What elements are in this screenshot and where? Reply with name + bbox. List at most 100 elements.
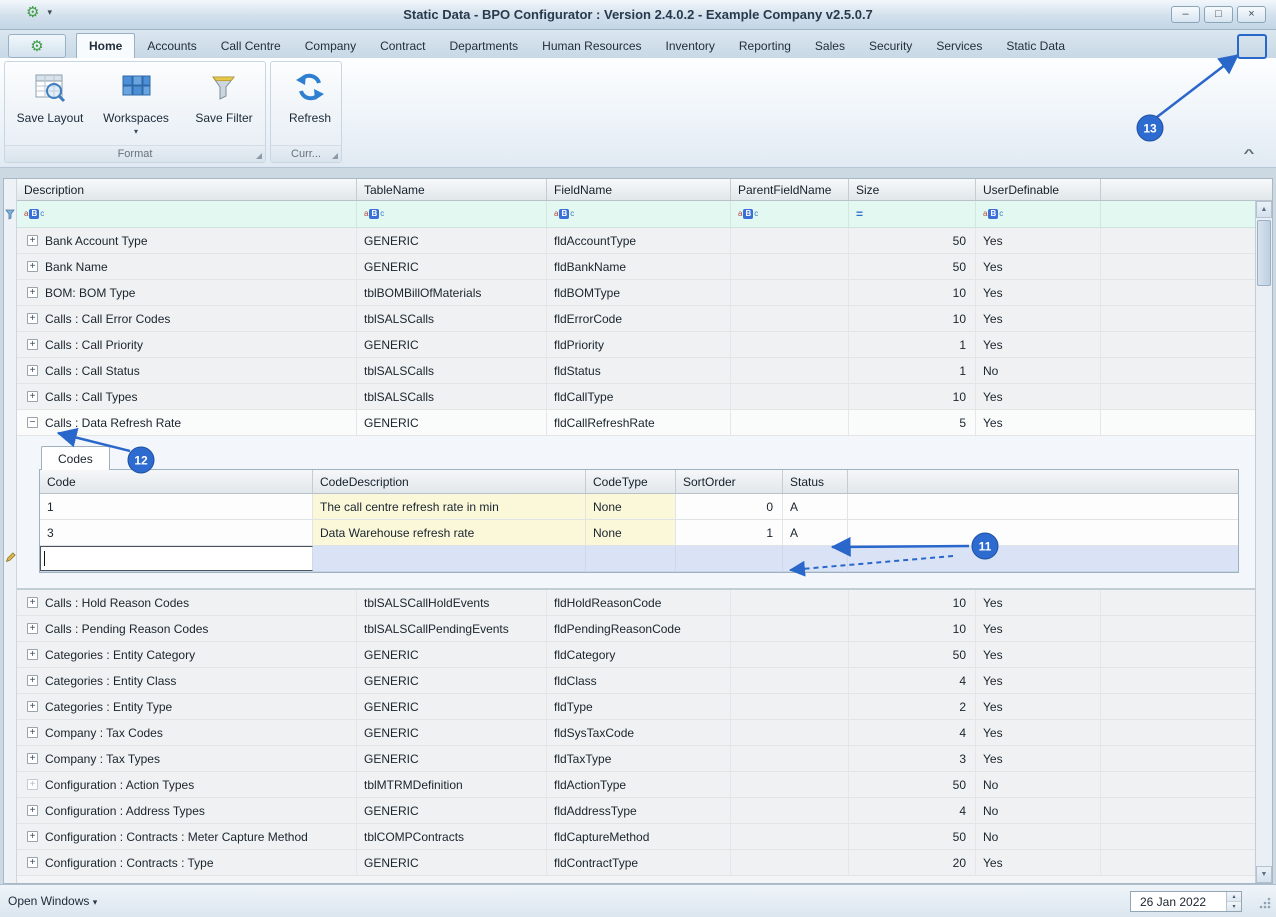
tab-reporting[interactable]: Reporting <box>727 34 803 58</box>
grid-row[interactable]: + Company : Tax Types GENERIC fldTaxType 3 Ye… <box>17 746 1255 772</box>
column-header-sortorder[interactable]: SortOrder <box>676 470 783 493</box>
expand-icon[interactable]: + <box>27 649 38 660</box>
scroll-down-icon[interactable]: ▼ <box>1256 866 1272 883</box>
application-menu-button[interactable]: ⚙ <box>8 34 66 58</box>
tab-services[interactable]: Services <box>924 34 994 58</box>
grid-row[interactable]: + Calls : Call Types tblSALSCalls fldCallTy… <box>17 384 1255 410</box>
column-header-description[interactable]: Description <box>17 179 357 200</box>
spinner-down-icon[interactable]: ▾ <box>1227 901 1241 911</box>
expand-icon[interactable]: + <box>27 597 38 608</box>
new-row-code-editor[interactable] <box>40 546 313 571</box>
cell-codetype[interactable] <box>586 546 676 571</box>
refresh-button[interactable]: Refresh <box>272 66 348 144</box>
dialog-launcher-icon[interactable] <box>332 153 338 159</box>
grid-row[interactable]: + Calls : Pending Reason Codes tblSALSCall… <box>17 616 1255 642</box>
filter-cell-tablename[interactable]: aBc <box>357 201 547 227</box>
open-windows-dropdown[interactable]: Open Windows ▾ <box>8 894 97 908</box>
grid-row[interactable]: − Calls : Data Refresh Rate GENERIC fldCall… <box>17 410 1255 436</box>
scroll-up-icon[interactable]: ▲ <box>1256 201 1272 218</box>
expand-icon[interactable]: + <box>27 727 38 738</box>
expand-icon[interactable]: + <box>27 623 38 634</box>
grid-row[interactable]: + Categories : Entity Category GENERIC fldC… <box>17 642 1255 668</box>
expand-icon[interactable]: + <box>27 753 38 764</box>
expand-icon[interactable]: + <box>27 313 38 324</box>
grid-row[interactable]: + Configuration : Action Types tblMTRMDefi… <box>17 772 1255 798</box>
cell-sortorder[interactable] <box>676 546 783 571</box>
workspaces-button[interactable]: Workspaces ▾ <box>98 66 174 144</box>
expand-icon[interactable]: + <box>27 675 38 686</box>
cell-status[interactable] <box>783 546 848 571</box>
column-header-size[interactable]: Size <box>849 179 976 200</box>
filter-cell-userdefinable[interactable]: aBc <box>976 201 1101 227</box>
filter-cell-parentfieldname[interactable]: aBc <box>731 201 849 227</box>
grid-row[interactable]: + Calls : Call Priority GENERIC fldPriority… <box>17 332 1255 358</box>
expand-icon[interactable]: + <box>27 805 38 816</box>
filter-cell-description[interactable]: aBc <box>17 201 357 227</box>
subgrid-new-row[interactable] <box>40 546 1238 572</box>
column-header-status[interactable]: Status <box>783 470 848 493</box>
save-filter-button[interactable]: Save Filter <box>186 66 262 144</box>
grid-body: + Bank Account Type GENERIC fldAccountType 5… <box>17 228 1255 876</box>
tab-contract[interactable]: Contract <box>368 34 437 58</box>
grid-row[interactable]: + Configuration : Contracts : Meter Captu… <box>17 824 1255 850</box>
grid-row[interactable]: + Calls : Call Error Codes tblSALSCalls fld… <box>17 306 1255 332</box>
collapse-icon[interactable]: − <box>27 417 38 428</box>
spinner-up-icon[interactable]: ▴ <box>1227 892 1241 901</box>
expand-icon[interactable]: + <box>27 261 38 272</box>
grid-row[interactable]: + Categories : Entity Type GENERIC fldType 2… <box>17 694 1255 720</box>
expand-icon[interactable]: + <box>27 339 38 350</box>
tab-human-resources[interactable]: Human Resources <box>530 34 653 58</box>
filter-cell-fieldname[interactable]: aBc <box>547 201 731 227</box>
expand-icon[interactable]: + <box>27 857 38 868</box>
window-close-button[interactable]: × <box>1237 6 1266 23</box>
column-header-tablename[interactable]: TableName <box>357 179 547 200</box>
tab-security[interactable]: Security <box>857 34 924 58</box>
tab-inventory[interactable]: Inventory <box>654 34 727 58</box>
grid-row[interactable]: + Configuration : Contracts : Type GENERIC… <box>17 850 1255 876</box>
resize-grip[interactable] <box>1258 896 1272 913</box>
tab-sales[interactable]: Sales <box>803 34 857 58</box>
save-layout-button[interactable]: Save Layout <box>12 66 88 144</box>
expand-icon[interactable]: + <box>27 235 38 246</box>
tab-accounts[interactable]: Accounts <box>135 34 208 58</box>
date-picker[interactable]: 26 Jan 2022 ▴ ▾ <box>1130 891 1242 912</box>
grid-row[interactable]: + Bank Name GENERIC fldBankName 50 Yes <box>17 254 1255 280</box>
tab-company[interactable]: Company <box>293 34 368 58</box>
tab-codes[interactable]: Codes <box>41 446 110 470</box>
cell-userdefinable: Yes <box>976 384 1101 409</box>
expand-icon[interactable]: + <box>27 365 38 376</box>
column-header-parentfieldname[interactable]: ParentFieldName <box>731 179 849 200</box>
vertical-scrollbar[interactable]: ▲ ▼ <box>1255 201 1272 883</box>
grid-row[interactable]: + Categories : Entity Class GENERIC fldClas… <box>17 668 1255 694</box>
grid-row[interactable]: + BOM: BOM Type tblBOMBillOfMaterials fldBO… <box>17 280 1255 306</box>
tab-static-data[interactable]: Static Data <box>994 34 1077 58</box>
expand-icon[interactable]: + <box>27 779 38 790</box>
tab-home[interactable]: Home <box>76 33 136 58</box>
column-header-fieldname[interactable]: FieldName <box>547 179 731 200</box>
ribbon-collapse-icon[interactable]: ^ <box>1230 148 1267 162</box>
grid-row[interactable]: + Company : Tax Codes GENERIC fldSysTaxCode… <box>17 720 1255 746</box>
column-header-code[interactable]: Code <box>40 470 313 493</box>
grid-row[interactable]: + Bank Account Type GENERIC fldAccountType 5… <box>17 228 1255 254</box>
column-header-codetype[interactable]: CodeType <box>586 470 676 493</box>
dialog-launcher-icon[interactable] <box>256 153 262 159</box>
expand-icon[interactable]: + <box>27 831 38 842</box>
column-header-userdefinable[interactable]: UserDefinable <box>976 179 1101 200</box>
window-minimize-button[interactable]: – <box>1171 6 1200 23</box>
tab-departments[interactable]: Departments <box>437 34 530 58</box>
cell-codedescription[interactable] <box>313 546 586 571</box>
grid-row[interactable]: + Calls : Call Status tblSALSCalls fldStatu… <box>17 358 1255 384</box>
tab-call-centre[interactable]: Call Centre <box>209 34 293 58</box>
grid-row[interactable]: + Configuration : Address Types GENERIC fld… <box>17 798 1255 824</box>
expand-icon[interactable]: + <box>27 701 38 712</box>
subgrid-row[interactable]: 1 The call centre refresh rate in min No… <box>40 494 1238 520</box>
column-header-codedescription[interactable]: CodeDescription <box>313 470 586 493</box>
expand-icon[interactable]: + <box>27 391 38 402</box>
filter-cell-size[interactable]: = <box>849 201 976 227</box>
window-maximize-button[interactable]: □ <box>1204 6 1233 23</box>
cell-filler <box>1101 746 1255 771</box>
grid-row[interactable]: + Calls : Hold Reason Codes tblSALSCallHol… <box>17 590 1255 616</box>
scrollbar-thumb[interactable] <box>1257 220 1271 286</box>
subgrid-row[interactable]: 3 Data Warehouse refresh rate None 1 A <box>40 520 1238 546</box>
expand-icon[interactable]: + <box>27 287 38 298</box>
